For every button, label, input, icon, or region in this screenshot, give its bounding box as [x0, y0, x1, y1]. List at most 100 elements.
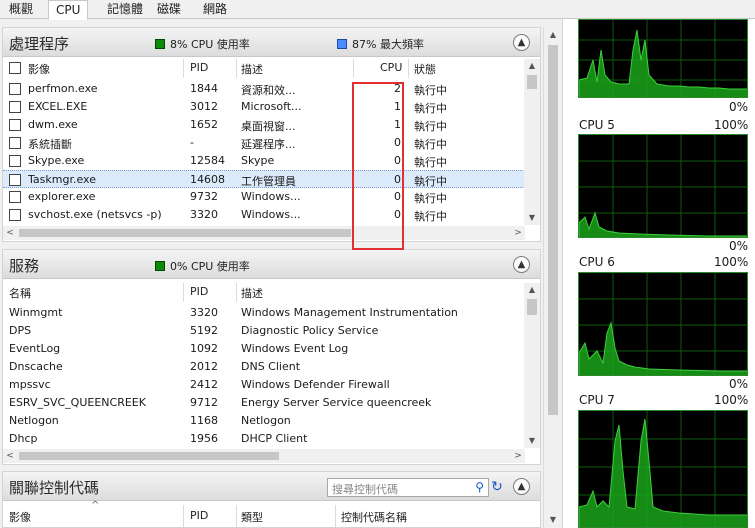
col-pid[interactable]: PID — [190, 61, 208, 74]
col-status[interactable]: 狀態 — [414, 61, 436, 77]
collapse-services-button[interactable]: ▲ — [513, 256, 530, 273]
process-image: Taskmgr.exe — [28, 173, 96, 186]
services-vscrollbar[interactable]: ▲ ▼ — [524, 283, 540, 448]
tab-memory[interactable]: 記憶體 — [100, 0, 150, 19]
row-checkbox[interactable] — [9, 209, 21, 221]
processes-vscrollbar[interactable]: ▲ ▼ — [524, 59, 540, 225]
row-checkbox[interactable] — [9, 83, 21, 95]
search-icon[interactable]: ⚲ — [475, 480, 484, 494]
table-row[interactable]: explorer.exe 9732 Windows... 0 執行中 — [3, 188, 525, 206]
cpu6-min-label: 0% — [729, 377, 749, 391]
select-all-checkbox[interactable] — [9, 62, 21, 74]
scroll-down-icon[interactable]: ▼ — [524, 434, 540, 448]
scroll-right-icon[interactable]: > — [511, 226, 525, 240]
tab-overview[interactable]: 概觀 — [2, 0, 40, 19]
column-divider — [408, 59, 409, 78]
service-desc: Energy Server Service queencreek — [241, 396, 432, 409]
tab-network[interactable]: 網路 — [196, 0, 234, 19]
processes-hscrollbar[interactable]: < > — [3, 226, 525, 240]
col-desc[interactable]: 描述 — [241, 285, 263, 301]
table-row[interactable]: svchost.exe (netsvcs -p) 3320 Windows... 0 執… — [3, 206, 525, 224]
tab-disk[interactable]: 磁碟 — [150, 0, 188, 19]
scroll-left-icon[interactable]: < — [3, 226, 17, 240]
scroll-thumb[interactable] — [527, 75, 537, 89]
table-row[interactable]: 系統插斷 - 延遲程序... 0 執行中 — [3, 134, 525, 152]
scroll-up-icon[interactable]: ▲ — [544, 27, 562, 43]
process-desc: Microsoft... — [241, 100, 302, 113]
tab-cpu[interactable]: CPU — [48, 0, 89, 20]
scroll-right-icon[interactable]: > — [511, 449, 525, 463]
col-desc[interactable]: 描述 — [241, 61, 263, 77]
col-pid[interactable]: PID — [190, 509, 208, 522]
scroll-thumb[interactable] — [19, 229, 351, 237]
services-header[interactable]: 服務 0% CPU 使用率 ▲ — [3, 250, 540, 279]
cpu-usage-legend: 8% CPU 使用率 — [155, 36, 250, 52]
column-divider — [236, 283, 237, 302]
service-name: mpssvc — [9, 378, 51, 391]
scroll-up-icon[interactable]: ▲ — [524, 59, 540, 73]
row-checkbox[interactable] — [9, 119, 21, 131]
graph-min-label: 0% — [729, 100, 749, 114]
main-vscrollbar[interactable]: ▲ ▼ — [543, 27, 561, 528]
row-checkbox[interactable] — [9, 101, 21, 113]
cpu-graph-chart — [579, 135, 747, 237]
process-pid: 3012 — [190, 100, 218, 113]
col-handle-name[interactable]: 控制代碼名稱 — [341, 509, 407, 525]
scroll-thumb[interactable] — [548, 45, 558, 415]
column-divider — [183, 59, 184, 78]
table-row[interactable]: EventLog 1092 Windows Event Log — [3, 340, 525, 358]
collapse-processes-button[interactable]: ▲ — [513, 34, 530, 51]
scroll-thumb[interactable] — [527, 299, 537, 315]
scroll-down-icon[interactable]: ▼ — [524, 211, 540, 225]
services-hscrollbar[interactable]: < > — [3, 449, 525, 463]
table-row[interactable]: mpssvc 2412 Windows Defender Firewall — [3, 376, 525, 394]
table-row[interactable]: Winmgmt 3320 Windows Management Instrument… — [3, 304, 525, 322]
row-checkbox[interactable] — [9, 191, 21, 203]
scroll-down-icon[interactable]: ▼ — [544, 512, 562, 528]
table-row[interactable]: perfmon.exe 1844 資源和效... 2 執行中 — [3, 80, 525, 98]
service-desc: Netlogon — [241, 414, 291, 427]
left-pane: 處理程序 8% CPU 使用率 87% 最大頻率 ▲ 影像 PID 描述 CPU… — [0, 27, 542, 528]
column-divider — [236, 59, 237, 78]
table-row[interactable]: EXCEL.EXE 3012 Microsoft... 1 執行中 — [3, 98, 525, 116]
scroll-left-icon[interactable]: < — [3, 449, 17, 463]
cpu6-label: CPU 6 — [579, 255, 615, 269]
table-row[interactable]: Dhcp 1956 DHCP Client — [3, 430, 525, 448]
col-pid[interactable]: PID — [190, 285, 208, 298]
handle-search-input[interactable]: 搜尋控制代碼 ⚲ — [327, 478, 489, 497]
scroll-up-icon[interactable]: ▲ — [524, 283, 540, 297]
refresh-icon[interactable]: ↻ — [487, 477, 507, 497]
process-image: dwm.exe — [28, 118, 78, 131]
col-image[interactable]: 影像 — [9, 509, 31, 525]
col-type[interactable]: 類型 — [241, 509, 263, 525]
process-pid: 1844 — [190, 82, 218, 95]
column-divider — [183, 283, 184, 302]
processes-header[interactable]: 處理程序 8% CPU 使用率 87% 最大頻率 ▲ — [3, 28, 540, 57]
table-row[interactable]: DPS 5192 Diagnostic Policy Service — [3, 322, 525, 340]
process-pid: 9732 — [190, 190, 218, 203]
service-name: Dnscache — [9, 360, 63, 373]
service-name: Winmgmt — [9, 306, 63, 319]
table-row[interactable]: Dnscache 2012 DNS Client — [3, 358, 525, 376]
table-row[interactable]: Skype.exe 12584 Skype 0 執行中 — [3, 152, 525, 170]
process-desc: 工作管理員 — [241, 175, 296, 188]
service-pid: 2012 — [190, 360, 218, 373]
process-desc: Windows... — [241, 208, 301, 221]
col-cpu[interactable]: CPU — [380, 61, 402, 74]
col-name[interactable]: 名稱 — [9, 285, 31, 301]
col-image[interactable]: 影像 — [28, 61, 50, 77]
process-status: 執行中 — [414, 210, 447, 223]
handles-header[interactable]: 關聯控制代碼 搜尋控制代碼 ⚲ ↻ ▲ — [3, 472, 540, 501]
service-desc: Windows Defender Firewall — [241, 378, 390, 391]
table-row[interactable]: ESRV_SVC_QUEENCREEK 9712 Energy Server Ser… — [3, 394, 525, 412]
green-swatch-icon — [155, 261, 165, 271]
table-row[interactable]: Taskmgr.exe 14608 工作管理員 0 執行中 — [3, 170, 525, 188]
row-checkbox[interactable] — [9, 174, 21, 186]
table-row[interactable]: dwm.exe 1652 桌面視窗... 1 執行中 — [3, 116, 525, 134]
row-checkbox[interactable] — [9, 155, 21, 167]
collapse-handles-button[interactable]: ▲ — [513, 478, 530, 495]
row-checkbox[interactable] — [9, 137, 21, 149]
scroll-thumb[interactable] — [19, 452, 279, 460]
service-name: Netlogon — [9, 414, 59, 427]
table-row[interactable]: Netlogon 1168 Netlogon — [3, 412, 525, 430]
